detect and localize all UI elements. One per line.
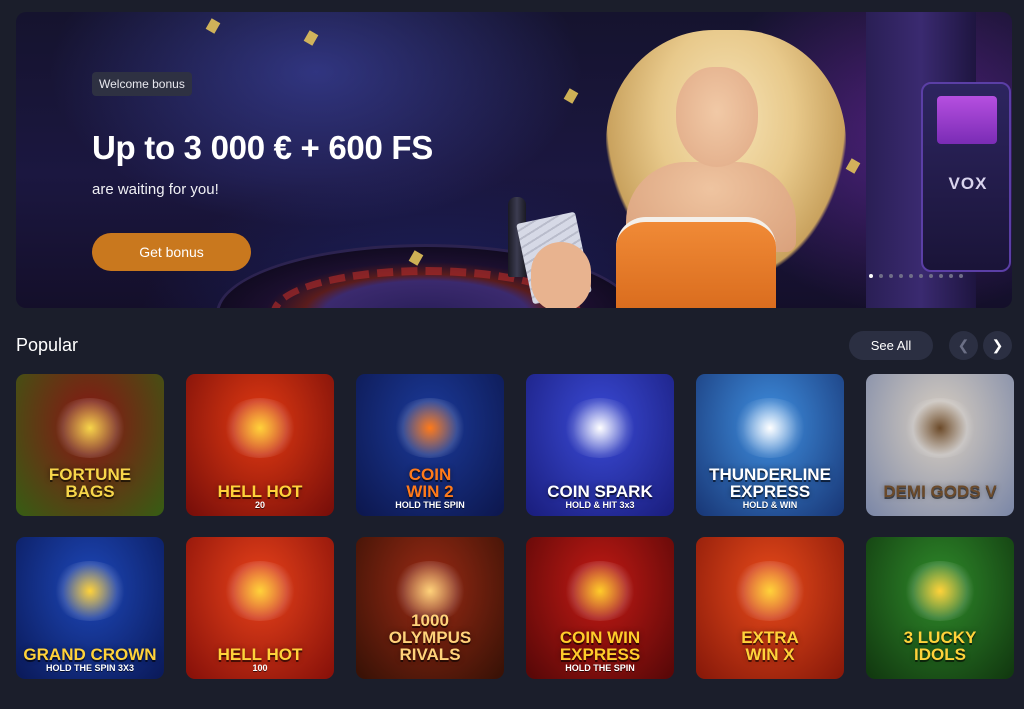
game-artwork xyxy=(391,397,469,458)
hero-subline: are waiting for you! xyxy=(92,181,219,198)
carousel-dot[interactable] xyxy=(929,274,933,278)
hero-woman-face xyxy=(676,67,758,167)
game-artwork xyxy=(221,397,299,458)
hero-headline: Up to 3 000 € + 600 FS xyxy=(92,129,433,166)
game-tile[interactable]: HELL HOT 100 xyxy=(186,537,334,679)
carousel-dot[interactable] xyxy=(909,274,913,278)
game-title: DEMI GODS V xyxy=(883,482,997,501)
carousel-dot[interactable] xyxy=(889,274,893,278)
game-artwork xyxy=(901,397,979,458)
game-subtitle: HOLD THE SPIN xyxy=(395,500,465,510)
game-tile[interactable]: COIN WIN EXPRESS HOLD THE SPIN xyxy=(526,537,674,679)
carousel-dot[interactable] xyxy=(869,274,873,278)
section-title-popular: Popular xyxy=(16,335,79,355)
confetti-coin xyxy=(303,30,319,46)
game-title: THUNDERLINE EXPRESS xyxy=(709,465,831,501)
welcome-bonus-badge: Welcome bonus xyxy=(92,72,192,96)
carousel-dot[interactable] xyxy=(919,274,923,278)
game-artwork xyxy=(561,560,639,621)
game-title: HELL HOT xyxy=(217,482,303,501)
slot-machine-screen xyxy=(937,96,997,144)
game-subtitle: HOLD & WIN xyxy=(742,500,798,510)
game-tile[interactable]: COIN SPARK HOLD & HIT 3x3 xyxy=(526,374,674,516)
game-tile[interactable]: HELL HOT 20 xyxy=(186,374,334,516)
game-title: COIN SPARK xyxy=(547,482,653,501)
game-subtitle: HOLD & HIT 3x3 xyxy=(565,500,635,510)
game-title: COIN WIN EXPRESS xyxy=(559,628,641,664)
games-grid: FORTUNE BAGS HELL HOT 20 COIN WIN 2 HOLD THE… xyxy=(16,374,1014,679)
carousel-dot[interactable] xyxy=(949,274,953,278)
chevron-right-icon: ❯ xyxy=(991,337,1004,353)
carousel-next-button[interactable]: ❯ xyxy=(983,331,1012,360)
game-tile[interactable]: GRAND CROWN HOLD THE SPIN 3X3 xyxy=(16,537,164,679)
game-title: COIN WIN 2 xyxy=(406,465,454,501)
game-tile[interactable]: FORTUNE BAGS xyxy=(16,374,164,516)
hero-woman-arm xyxy=(531,242,591,308)
see-all-button[interactable]: See All xyxy=(849,331,933,360)
game-artwork xyxy=(731,560,809,621)
confetti-coin xyxy=(205,18,221,34)
get-bonus-button[interactable]: Get bonus xyxy=(92,233,251,271)
confetti-coin xyxy=(845,158,861,174)
game-artwork xyxy=(561,397,639,458)
game-tile[interactable]: 1000 OLYMPUS RIVALS xyxy=(356,537,504,679)
game-artwork xyxy=(51,397,129,458)
carousel-dot[interactable] xyxy=(939,274,943,278)
hero-woman-dress xyxy=(616,217,776,308)
carousel-dot[interactable] xyxy=(879,274,883,278)
game-title: HELL HOT xyxy=(217,645,303,664)
vox-logo: VOX xyxy=(948,174,988,193)
game-subtitle: HOLD THE SPIN 3X3 xyxy=(45,663,135,673)
game-tile[interactable]: EXTRA WIN X xyxy=(696,537,844,679)
game-tile[interactable]: COIN WIN 2 HOLD THE SPIN xyxy=(356,374,504,516)
slot-machine: VOX xyxy=(921,82,1011,272)
game-title: FORTUNE BAGS xyxy=(48,465,132,501)
game-subtitle: 20 xyxy=(254,500,265,510)
game-artwork xyxy=(731,397,809,458)
game-title: 1000 OLYMPUS RIVALS xyxy=(388,611,472,664)
game-artwork xyxy=(51,560,129,621)
game-tile[interactable]: 3 LUCKY IDOLS xyxy=(866,537,1014,679)
hero-banner[interactable]: VOX Welcome bonus Up to 3 000 € + 600 FS… xyxy=(16,12,1012,308)
carousel-dot[interactable] xyxy=(959,274,963,278)
game-tile[interactable]: THUNDERLINE EXPRESS HOLD & WIN xyxy=(696,374,844,516)
game-artwork xyxy=(221,560,299,621)
game-subtitle: 100 xyxy=(252,663,268,673)
carousel-prev-button[interactable]: ❮ xyxy=(949,331,978,360)
game-title: 3 LUCKY IDOLS xyxy=(903,628,977,664)
game-title: EXTRA WIN X xyxy=(741,628,799,664)
game-artwork xyxy=(901,560,979,621)
carousel-dot[interactable] xyxy=(899,274,903,278)
game-tile[interactable]: DEMI GODS V xyxy=(866,374,1014,516)
carousel-dots xyxy=(869,274,963,278)
game-subtitle: HOLD THE SPIN xyxy=(565,663,635,673)
game-title: GRAND CROWN xyxy=(23,645,157,664)
confetti-coin xyxy=(563,88,579,104)
chevron-left-icon: ❮ xyxy=(957,337,970,353)
